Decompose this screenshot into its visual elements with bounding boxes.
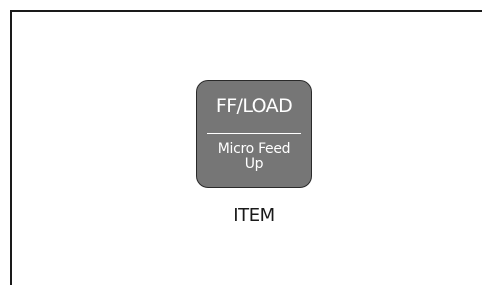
ff-load-key-button[interactable]: FF/LOAD Micro Feed Up <box>196 80 312 188</box>
key-secondary-label: Micro Feed Up <box>197 142 311 172</box>
key-primary-label: FF/LOAD <box>215 95 293 117</box>
key-caption: ITEM <box>233 205 275 226</box>
key-secondary-line-2: Up <box>244 156 264 172</box>
key-secondary-line-1: Micro Feed <box>217 141 291 157</box>
key-divider <box>207 133 301 134</box>
